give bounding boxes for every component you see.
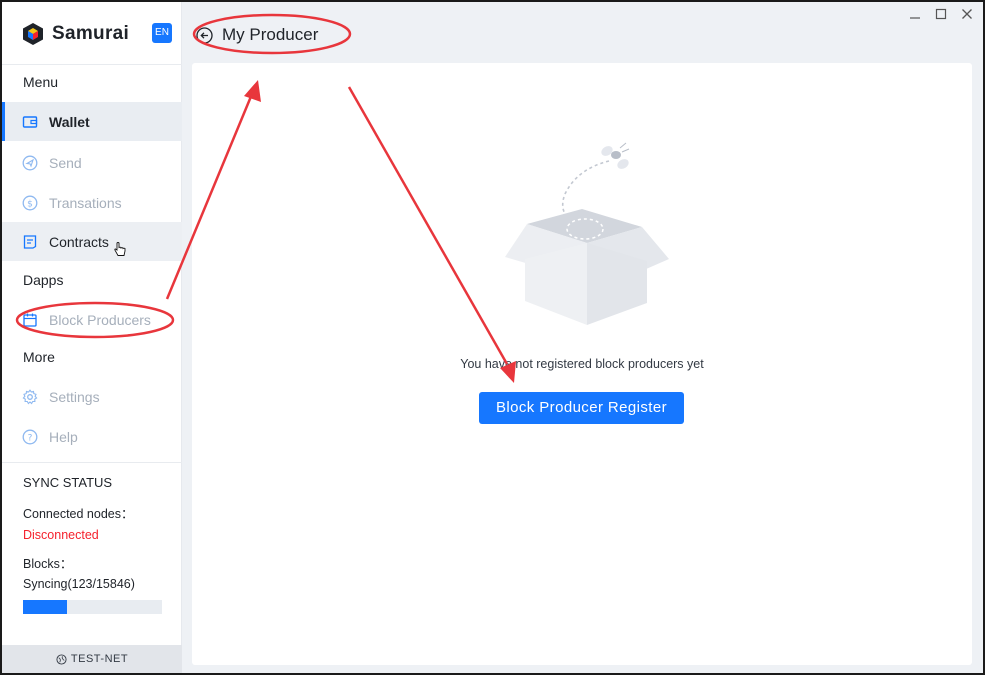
empty-state-message: You have not registered block producers … (460, 357, 704, 371)
calendar-icon (22, 312, 38, 328)
sidebar-item-label: Help (49, 428, 78, 445)
network-indicator: TEST-NET (2, 645, 182, 673)
sidebar-item-wallet[interactable]: Wallet (2, 102, 182, 141)
sync-progress-text: Syncing(123/15846) (23, 577, 135, 591)
app-name: Samurai (52, 23, 130, 44)
samurai-logo-icon (22, 22, 44, 46)
blocks-label: Blocks： (23, 557, 73, 571)
block-producer-register-button[interactable]: Block Producer Register (479, 392, 684, 424)
sidebar-item-label: Wallet (49, 113, 90, 130)
divider (2, 64, 182, 65)
sidebar-item-label: Block Producers (49, 311, 151, 328)
svg-text:?: ? (28, 433, 33, 443)
menu-section-title: Menu (23, 74, 59, 90)
sidebar-item-help[interactable]: ? Help (2, 417, 182, 456)
connection-status: Disconnected (23, 528, 99, 542)
sidebar-item-block-producers[interactable]: Block Producers (2, 300, 182, 339)
connected-nodes-label: Connected nodes： (23, 507, 134, 521)
network-label: TEST-NET (70, 653, 129, 665)
dollar-icon: $ (22, 195, 38, 211)
network-icon (56, 653, 67, 665)
content-panel: You have not registered block producers … (192, 63, 972, 665)
back-arrow-icon[interactable] (196, 26, 213, 44)
sidebar-item-transations[interactable]: $ Transations (2, 183, 182, 222)
maximize-icon[interactable] (935, 8, 947, 20)
sidebar-item-settings[interactable]: Settings (2, 377, 182, 416)
close-icon[interactable] (961, 8, 973, 20)
help-icon: ? (22, 429, 38, 445)
sidebar-item-label: Send (49, 154, 82, 171)
gear-icon (22, 388, 38, 405)
contract-icon (22, 234, 38, 250)
sync-status-title: SYNC STATUS (23, 475, 113, 490)
more-section-title: More (23, 349, 55, 365)
sidebar-item-label: Settings (49, 388, 100, 405)
app-window: Samurai EN Menu Wallet Send $ Transation… (0, 0, 985, 675)
page-header: My Producer (196, 22, 318, 48)
window-controls (909, 8, 973, 20)
send-icon (22, 155, 38, 171)
sync-progress-bar (23, 600, 162, 614)
empty-box-illustration (497, 139, 672, 329)
wallet-icon (22, 114, 38, 130)
sidebar-item-label: Transations (49, 194, 122, 211)
divider (2, 462, 182, 463)
brand: Samurai (22, 20, 129, 48)
dapps-section-title: Dapps (23, 272, 64, 288)
page-title: My Producer (222, 25, 319, 44)
minimize-icon[interactable] (909, 8, 921, 20)
sidebar-item-label: Contracts (49, 233, 109, 250)
language-button[interactable]: EN (152, 23, 172, 43)
sync-progress-fill (23, 600, 68, 614)
sidebar-item-send[interactable]: Send (2, 143, 182, 182)
hand-cursor-icon (114, 242, 126, 257)
sidebar: Samurai EN Menu Wallet Send $ Transation… (2, 2, 182, 673)
sidebar-item-contracts[interactable]: Contracts (2, 222, 182, 261)
svg-text:$: $ (27, 199, 33, 209)
